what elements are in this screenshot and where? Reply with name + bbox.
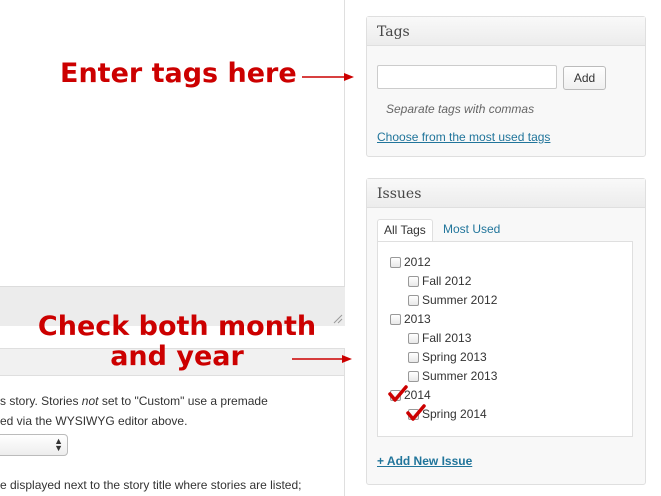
annotation-arrow-tags-icon — [302, 73, 354, 81]
issue-item-spring-2014[interactable]: Spring 2014 — [406, 403, 487, 422]
check-mark-icon — [406, 403, 426, 421]
tab-most-used[interactable]: Most Used — [437, 219, 506, 242]
tags-input[interactable] — [377, 65, 557, 89]
tab-all-tags[interactable]: All Tags — [377, 219, 433, 242]
check-mark-icon — [388, 384, 408, 402]
issue-label: Spring 2014 — [422, 407, 487, 421]
choose-most-used-tags-link[interactable]: Choose from the most used tags — [377, 130, 550, 144]
template-select[interactable]: ▲ ▼ — [0, 434, 68, 456]
annotation-check-both-line1: Check both month — [37, 311, 317, 342]
tags-howto-text: Separate tags with commas — [386, 102, 535, 116]
issue-label: Fall 2012 — [422, 274, 472, 288]
issues-checklist: 2012 Fall 2012 Summer 2012 2013 Fall 201… — [377, 241, 633, 437]
issue-label: Fall 2013 — [422, 331, 472, 345]
issue-label: 2012 — [404, 255, 431, 269]
annotation-check-both: Check both month and year — [37, 312, 317, 372]
annotation-enter-tags: Enter tags here — [60, 58, 297, 89]
issue-item-2013[interactable]: 2013 — [390, 311, 431, 327]
issues-metabox: Issues All Tags Most Used 2012 Fall 2012… — [366, 178, 646, 485]
issue-item-fall-2013[interactable]: Fall 2013 — [408, 330, 471, 346]
issues-metabox-title: Issues — [367, 179, 645, 208]
annotation-check-both-line2: and year — [110, 341, 244, 372]
issue-item-2014[interactable]: 2014 — [388, 384, 431, 403]
issue-label: Summer 2012 — [422, 293, 498, 307]
issue-checkbox[interactable] — [408, 351, 419, 363]
add-tag-button[interactable]: Add — [563, 66, 606, 90]
issue-checkbox[interactable] — [408, 332, 419, 344]
issue-checkbox[interactable] — [408, 275, 419, 287]
issue-label: Summer 2013 — [422, 369, 498, 383]
issue-checkbox[interactable] — [390, 313, 401, 325]
issue-checkbox-checked[interactable] — [388, 384, 408, 402]
issue-item-spring-2013[interactable]: Spring 2013 — [408, 349, 487, 365]
issue-checkbox-checked[interactable] — [406, 403, 426, 421]
content-editor[interactable] — [0, 0, 345, 326]
issue-item-summer-2012[interactable]: Summer 2012 — [408, 292, 497, 308]
issue-checkbox[interactable] — [408, 370, 419, 382]
story-template-description-2: ed via the WYSIWYG editor above. — [0, 414, 188, 428]
issue-label: 2013 — [404, 312, 431, 326]
annotation-arrow-issues-icon — [292, 355, 352, 363]
issue-item-summer-2013[interactable]: Summer 2013 — [408, 368, 497, 384]
story-template-description: s story. Stories not set to "Custom" use… — [0, 394, 268, 408]
issue-label: 2014 — [404, 388, 431, 402]
issue-checkbox[interactable] — [408, 294, 419, 306]
tags-metabox: Tags Add Separate tags with commas Choos… — [366, 16, 646, 157]
issue-checkbox[interactable] — [390, 256, 401, 268]
tags-metabox-title: Tags — [367, 17, 645, 46]
story-listing-description: e displayed next to the story title wher… — [0, 478, 302, 492]
add-new-issue-link[interactable]: + Add New Issue — [377, 454, 472, 468]
issue-item-2012[interactable]: 2012 — [390, 254, 431, 270]
select-arrows-icon: ▲ ▼ — [54, 436, 63, 453]
issue-item-fall-2012[interactable]: Fall 2012 — [408, 273, 471, 289]
resize-handle-icon[interactable] — [333, 314, 343, 324]
issue-label: Spring 2013 — [422, 350, 487, 364]
